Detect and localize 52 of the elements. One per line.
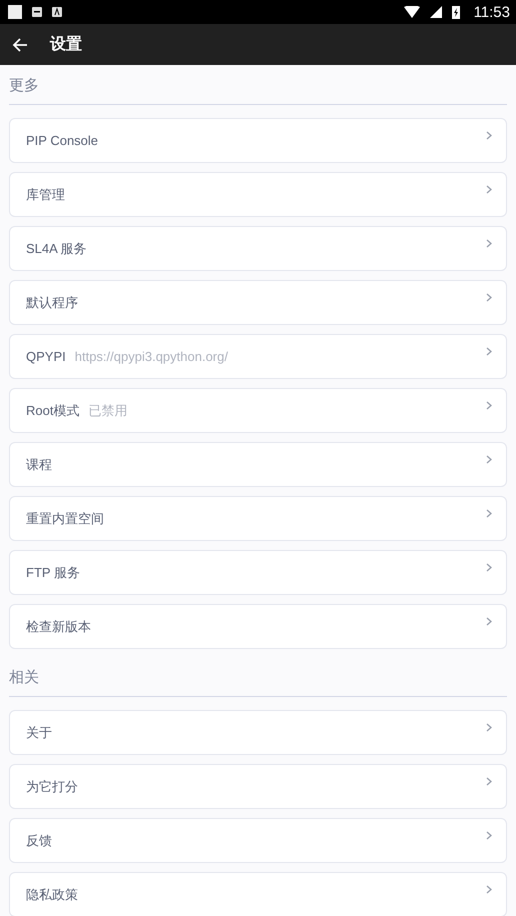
section-title: 相关: [9, 657, 507, 697]
settings-item[interactable]: 检查新版本: [9, 604, 507, 649]
item-label: PIP Console: [26, 133, 98, 148]
item-value: https://qpypi3.qpython.org/: [74, 349, 228, 364]
item-label: Root模式: [26, 402, 80, 420]
settings-item[interactable]: FTP 服务: [9, 550, 507, 595]
signal-icon: [430, 6, 442, 18]
item-value: 已禁用: [88, 402, 128, 420]
item-label: 关于: [26, 724, 52, 742]
item-label: 课程: [26, 456, 52, 474]
chevron-right-icon: [486, 777, 492, 786]
chevron-right-icon: [486, 239, 492, 248]
item-label: 为它打分: [26, 778, 78, 796]
settings-item[interactable]: 重置内置空间: [9, 496, 507, 541]
settings-item[interactable]: 库管理: [9, 172, 507, 217]
item-label: 检查新版本: [26, 618, 91, 636]
wifi-icon: [404, 6, 420, 18]
item-label: 重置内置空间: [26, 510, 104, 528]
chevron-right-icon: [486, 293, 492, 302]
item-label: 隐私政策: [26, 886, 78, 904]
chevron-right-icon: [486, 455, 492, 464]
chevron-right-icon: [486, 723, 492, 732]
back-button[interactable]: [12, 36, 28, 52]
page-title: 设置: [50, 34, 82, 55]
chevron-right-icon: [486, 509, 492, 518]
section-title: 更多: [9, 65, 507, 105]
chevron-right-icon: [486, 401, 492, 410]
item-label: QPYPI: [26, 349, 66, 364]
settings-item[interactable]: SL4A 服务: [9, 226, 507, 271]
settings-item[interactable]: 为它打分: [9, 764, 507, 809]
settings-item[interactable]: 隐私政策: [9, 872, 507, 916]
settings-item[interactable]: 课程: [9, 442, 507, 487]
chevron-right-icon: [486, 885, 492, 894]
item-label: SL4A 服务: [26, 240, 87, 258]
settings-item[interactable]: 关于: [9, 710, 507, 755]
settings-item[interactable]: 默认程序: [9, 280, 507, 325]
item-label: 默认程序: [26, 294, 78, 312]
battery-icon: [452, 5, 460, 19]
chevron-right-icon: [486, 831, 492, 840]
settings-item[interactable]: 反馈: [9, 818, 507, 863]
chevron-right-icon: [486, 563, 492, 572]
item-label: FTP 服务: [26, 564, 80, 582]
item-label: 库管理: [26, 186, 65, 204]
chevron-right-icon: [486, 347, 492, 356]
chevron-right-icon: [486, 185, 492, 194]
settings-item[interactable]: QPYPI https://qpypi3.qpython.org/: [9, 334, 507, 379]
item-label: 反馈: [26, 832, 52, 850]
settings-item[interactable]: Root模式 已禁用: [9, 388, 507, 433]
chevron-right-icon: [486, 131, 492, 140]
status-time: 11:53: [474, 4, 510, 20]
chevron-right-icon: [486, 617, 492, 626]
settings-item[interactable]: PIP Console: [9, 118, 507, 163]
